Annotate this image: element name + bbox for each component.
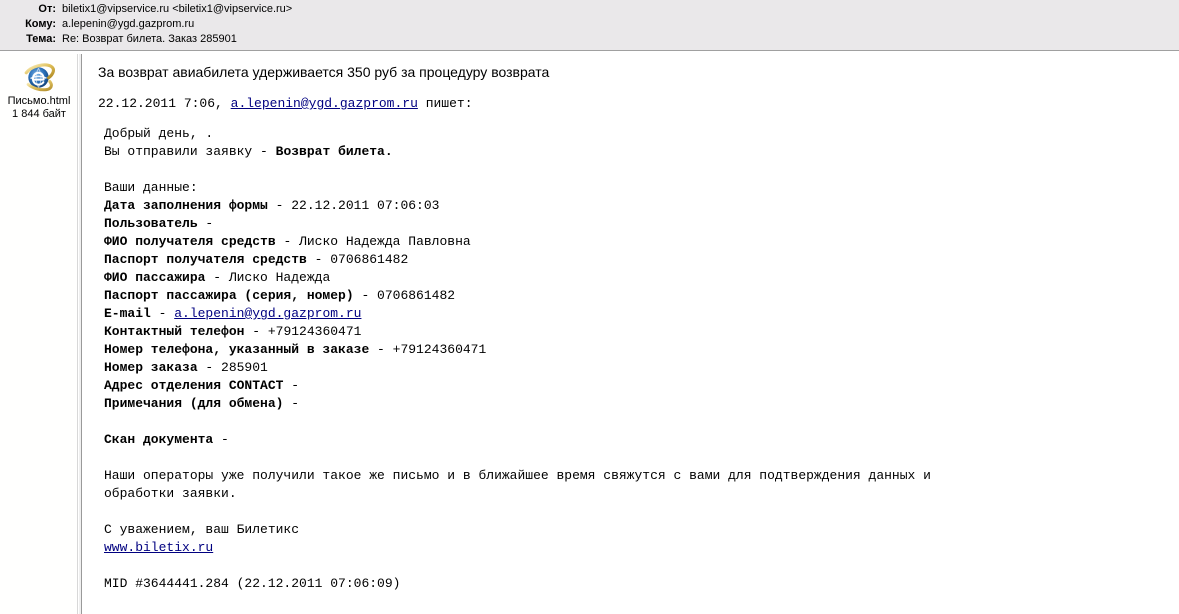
field-row-contact-office: Адрес отделения CONTACT -	[104, 377, 1179, 395]
message-body-area: Письмо.html 1 844 байт За возврат авиаби…	[0, 54, 1179, 614]
field-sep: -	[369, 342, 393, 357]
field-value: Лиско Надежда Павловна	[299, 234, 471, 249]
field-label: Номер заказа	[104, 360, 198, 375]
quote-attribution: 22.12.2011 7:06, a.lepenin@ygd.gazprom.r…	[98, 95, 1179, 113]
attachment-filesize: 1 844 байт	[12, 108, 66, 120]
attachment-item[interactable]: Письмо.html 1 844 байт	[0, 59, 78, 121]
field-sep: -	[283, 396, 300, 411]
internet-explorer-icon	[24, 63, 55, 92]
to-label: Кому:	[25, 18, 56, 30]
field-row-recipient-passport: Паспорт получателя средств - 0706861482	[104, 251, 1179, 269]
field-row-order-phone: Номер телефона, указанный в заказе - +79…	[104, 341, 1179, 359]
field-row-passenger-name: ФИО пассажира - Лиско Надежда	[104, 269, 1179, 287]
field-sep: -	[197, 360, 222, 375]
field-value: 285901	[221, 360, 268, 375]
site-link-row: www.biletix.ru	[104, 539, 1179, 557]
signature-line: С уважением, ваш Билетикс	[104, 522, 300, 537]
header-row-from: От: biletix1@vipservice.ru <biletix1@vip…	[0, 2, 1179, 17]
info-paragraph-line-1: Наши операторы уже получили такое же пис…	[104, 468, 931, 483]
field-value: Лиско Надежда	[228, 270, 331, 285]
message-header: От: biletix1@vipservice.ru <biletix1@vip…	[0, 0, 1179, 51]
field-row-contact-phone: Контактный телефон - +79124360471	[104, 323, 1179, 341]
subject-value: Re: Возврат билета. Заказ 285901	[62, 33, 237, 45]
field-row-order-number: Номер заказа - 285901	[104, 359, 1179, 377]
field-value: 22.12.2011 07:06:03	[291, 198, 440, 213]
attachment-pane: Письмо.html 1 844 байт	[0, 54, 78, 614]
field-sep: -	[150, 306, 175, 321]
message-content-pane: За возврат авиабилета удерживается 350 р…	[82, 54, 1179, 614]
scan-row: Скан документа -	[104, 431, 1179, 449]
field-value-email-link[interactable]: a.lepenin@ygd.gazprom.ru	[174, 306, 361, 321]
refund-notice: За возврат авиабилета удерживается 350 р…	[98, 64, 550, 80]
field-value: +79124360471	[392, 342, 487, 357]
field-label: ФИО получателя средств	[104, 234, 276, 249]
scan-sep: -	[213, 432, 229, 447]
attachment-filename: Письмо.html	[7, 95, 71, 107]
field-sep: -	[197, 216, 214, 231]
from-label: От:	[38, 3, 56, 15]
info-paragraph-line-2: обработки заявки.	[104, 486, 237, 501]
biletix-website-link[interactable]: www.biletix.ru	[104, 540, 213, 555]
data-heading: Ваши данные:	[104, 180, 198, 195]
from-value[interactable]: biletix1@vipservice.ru <biletix1@vipserv…	[62, 2, 292, 17]
field-label: Контактный телефон	[104, 324, 245, 339]
field-value: +79124360471	[267, 324, 362, 339]
field-value: 0706861482	[330, 252, 409, 267]
field-row-user: Пользователь -	[104, 215, 1179, 233]
field-row-email: E-mail - a.lepenin@ygd.gazprom.ru	[104, 305, 1179, 323]
field-label: Примечания (для обмена)	[104, 396, 284, 411]
header-row-to: Кому: a.lepenin@ygd.gazprom.ru	[0, 17, 1179, 32]
email-message-window: От: biletix1@vipservice.ru <biletix1@vip…	[0, 0, 1179, 614]
field-sep: -	[275, 234, 300, 249]
field-value: 0706861482	[377, 288, 456, 303]
header-row-subject: Тема: Re: Возврат билета. Заказ 285901	[0, 32, 1179, 47]
request-prefix: Вы отправили заявку -	[104, 144, 276, 159]
field-row-notes: Примечания (для обмена) -	[104, 395, 1179, 413]
field-label: Пользователь	[104, 216, 198, 231]
field-row-date: Дата заполнения формы - 22.12.2011 07:06…	[104, 197, 1179, 215]
quote-verb: пишет:	[425, 96, 473, 111]
field-label: Номер телефона, указанный в заказе	[104, 342, 370, 357]
field-row-recipient-name: ФИО получателя средств - Лиско Надежда П…	[104, 233, 1179, 251]
subject-label: Тема:	[26, 33, 56, 45]
field-sep: -	[353, 288, 378, 303]
field-label: Паспорт получателя средств	[104, 252, 307, 267]
quoted-message-block: Добрый день, . Вы отправили заявку - Воз…	[98, 125, 1179, 593]
field-label: Дата заполнения формы	[104, 198, 268, 213]
field-sep: -	[205, 270, 229, 285]
request-line: Вы отправили заявку - Возврат билета.	[104, 143, 1179, 161]
field-label: ФИО пассажира	[104, 270, 206, 285]
field-label: Адрес отделения CONTACT	[104, 378, 284, 393]
field-label: E-mail	[104, 306, 151, 321]
field-label: Паспорт пассажира (серия, номер)	[104, 288, 354, 303]
field-sep: -	[244, 324, 268, 339]
field-sep: -	[283, 378, 300, 393]
quote-author-email-link[interactable]: a.lepenin@ygd.gazprom.ru	[231, 96, 418, 111]
request-type: Возврат билета.	[275, 144, 393, 159]
greeting-line: Добрый день, .	[104, 126, 214, 141]
message-id-line: MID #3644441.284 (22.12.2011 07:06:09)	[104, 576, 401, 591]
field-sep: -	[306, 252, 331, 267]
scan-label: Скан документа	[104, 432, 214, 447]
field-sep: -	[267, 198, 292, 213]
to-value[interactable]: a.lepenin@ygd.gazprom.ru	[62, 17, 194, 32]
field-row-passenger-passport: Паспорт пассажира (серия, номер) - 07068…	[104, 287, 1179, 305]
quote-datetime: 22.12.2011 7:06,	[98, 96, 223, 111]
